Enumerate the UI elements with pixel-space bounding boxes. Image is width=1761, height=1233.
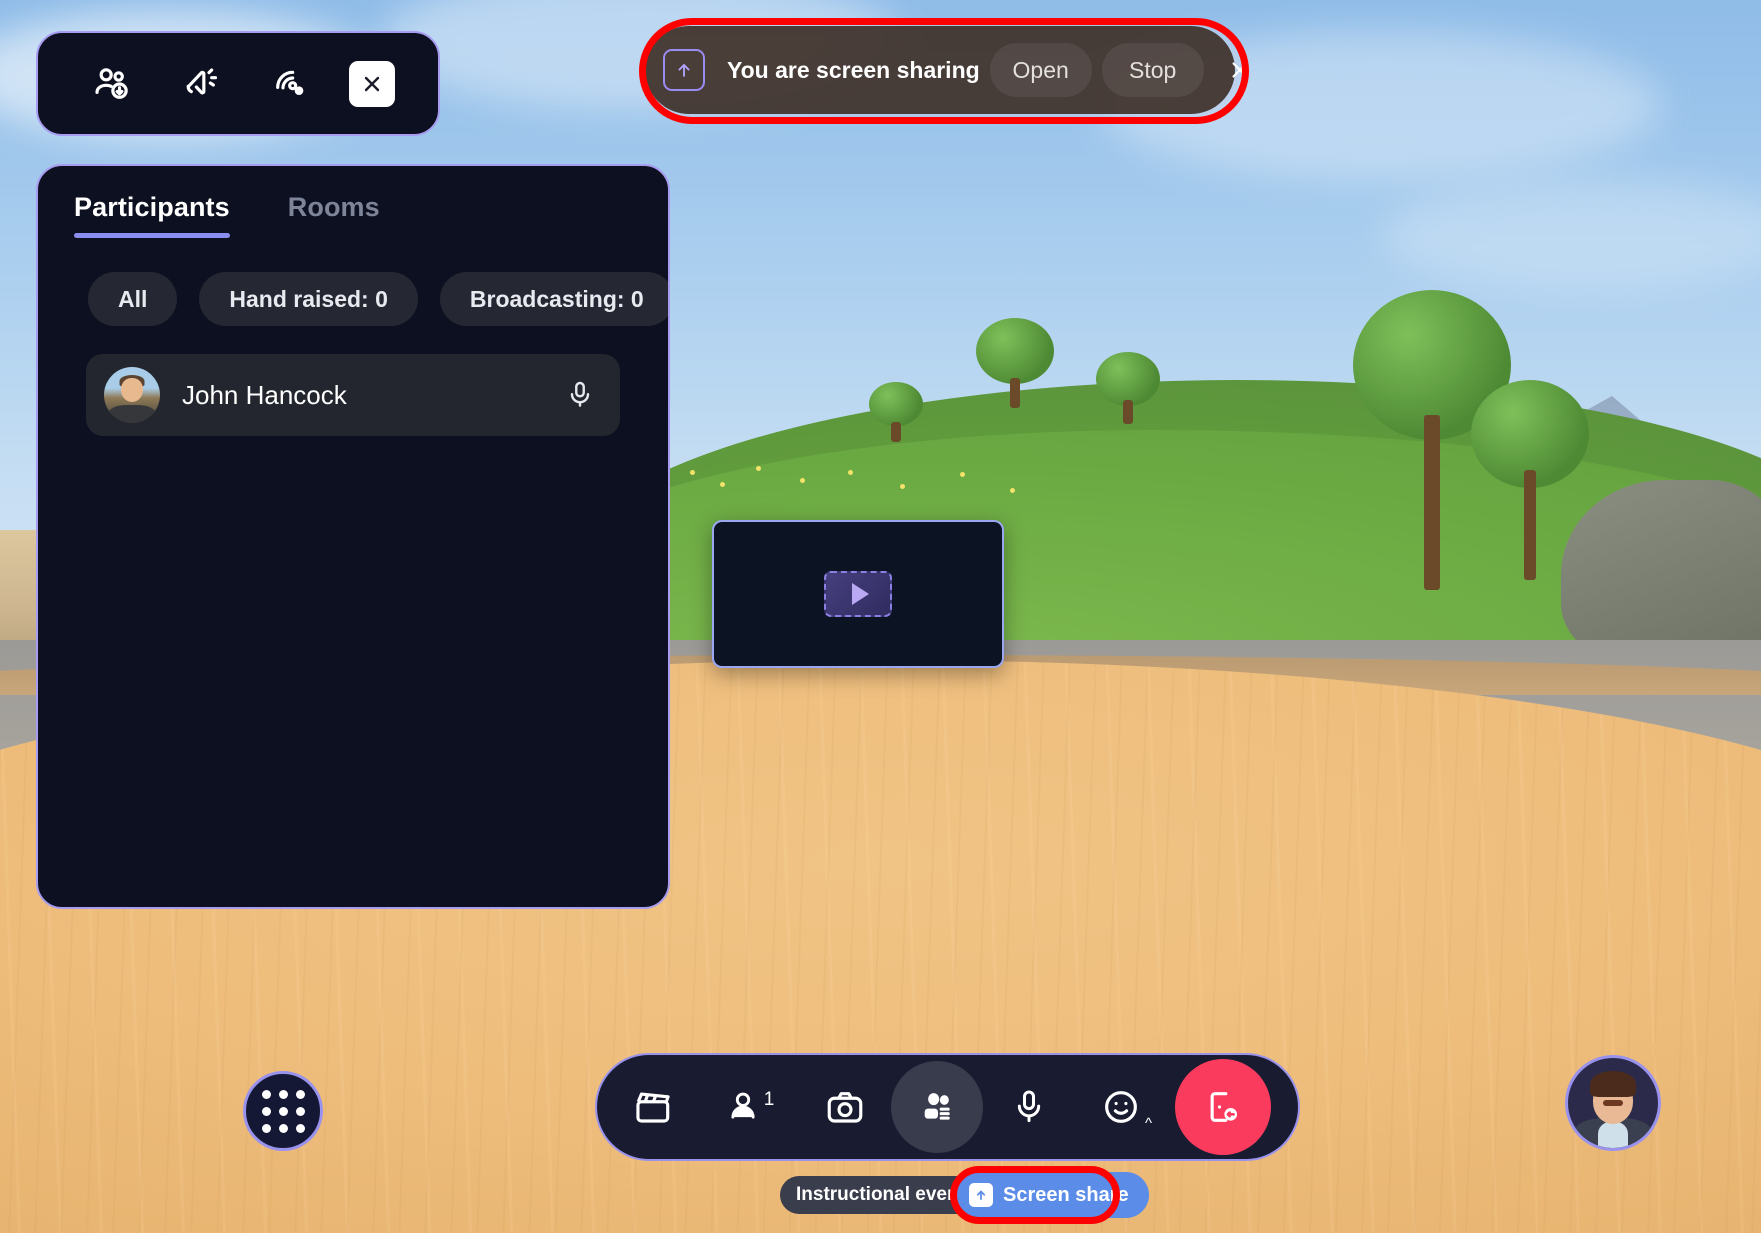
participant-list: John Hancock [38, 326, 668, 436]
flower [756, 466, 761, 471]
tooltip-screen-share[interactable]: Screen share [955, 1172, 1149, 1218]
flower [720, 482, 725, 487]
flower [690, 470, 695, 475]
tooltip-screen-share-label: Screen share [1003, 1183, 1129, 1206]
flower [800, 478, 805, 483]
close-icon[interactable] [1212, 42, 1268, 98]
world-shared-screen[interactable] [712, 520, 1004, 668]
screen-share-icon[interactable] [891, 1061, 983, 1153]
stop-button[interactable]: Stop [1101, 43, 1204, 97]
grid-dots-icon [261, 1089, 305, 1133]
flower [1010, 488, 1015, 493]
participants-panel: Participants Rooms All Hand raised: 0 Br… [36, 164, 670, 909]
tab-participants[interactable]: Participants [74, 192, 230, 238]
tree [868, 382, 924, 442]
add-participant-icon[interactable] [81, 53, 143, 115]
apps-grid-button[interactable] [243, 1071, 323, 1151]
close-icon[interactable] [348, 60, 395, 107]
banner-body: You are screen sharing Open Stop [645, 26, 1248, 114]
mic-icon[interactable] [564, 379, 596, 411]
app-root: Participants Rooms All Hand raised: 0 Br… [0, 0, 1761, 1233]
play-icon[interactable] [824, 571, 892, 617]
chip-hand-raised[interactable]: Hand raised: 0 [199, 272, 418, 326]
tree [1095, 352, 1161, 424]
banner-message: You are screen sharing [727, 56, 980, 83]
people-count-icon[interactable]: 1 [699, 1061, 799, 1153]
chevron-up-icon: ^ [1144, 1115, 1152, 1132]
clapperboard-icon[interactable] [607, 1061, 699, 1153]
screen-sharing-banner: You are screen sharing Open Stop [645, 26, 1248, 114]
spatial-audio-icon[interactable] [260, 53, 322, 115]
microphone-icon[interactable] [983, 1061, 1075, 1153]
bottom-control-bar: 1 ^ [595, 1053, 1300, 1161]
panel-tabs: Participants Rooms [38, 166, 668, 238]
self-avatar[interactable] [1565, 1055, 1661, 1151]
chip-all[interactable]: All [88, 272, 178, 326]
leave-button[interactable] [1175, 1059, 1271, 1155]
chip-broadcasting[interactable]: Broadcasting: 0 [439, 272, 668, 326]
screen-share-up-arrow-icon [663, 49, 705, 91]
screen-share-up-arrow-icon [969, 1183, 993, 1207]
panel-action-toolbar [36, 31, 440, 136]
flower [900, 484, 905, 489]
flower [960, 472, 965, 477]
list-item[interactable]: John Hancock [86, 354, 620, 436]
megaphone-icon[interactable] [170, 53, 232, 115]
avatar [104, 367, 160, 423]
tab-rooms[interactable]: Rooms [288, 192, 380, 238]
tooltip-instructional-event: Instructional event [780, 1176, 981, 1214]
camera-icon[interactable] [799, 1061, 891, 1153]
reactions-icon[interactable]: ^ [1075, 1061, 1167, 1153]
participant-count: 1 [763, 1089, 775, 1110]
tree [975, 318, 1055, 408]
participant-name: John Hancock [182, 379, 347, 410]
flower [848, 470, 853, 475]
participant-filter-chips: All Hand raised: 0 Broadcasting: 0 [38, 238, 668, 326]
open-button[interactable]: Open [989, 43, 1092, 97]
